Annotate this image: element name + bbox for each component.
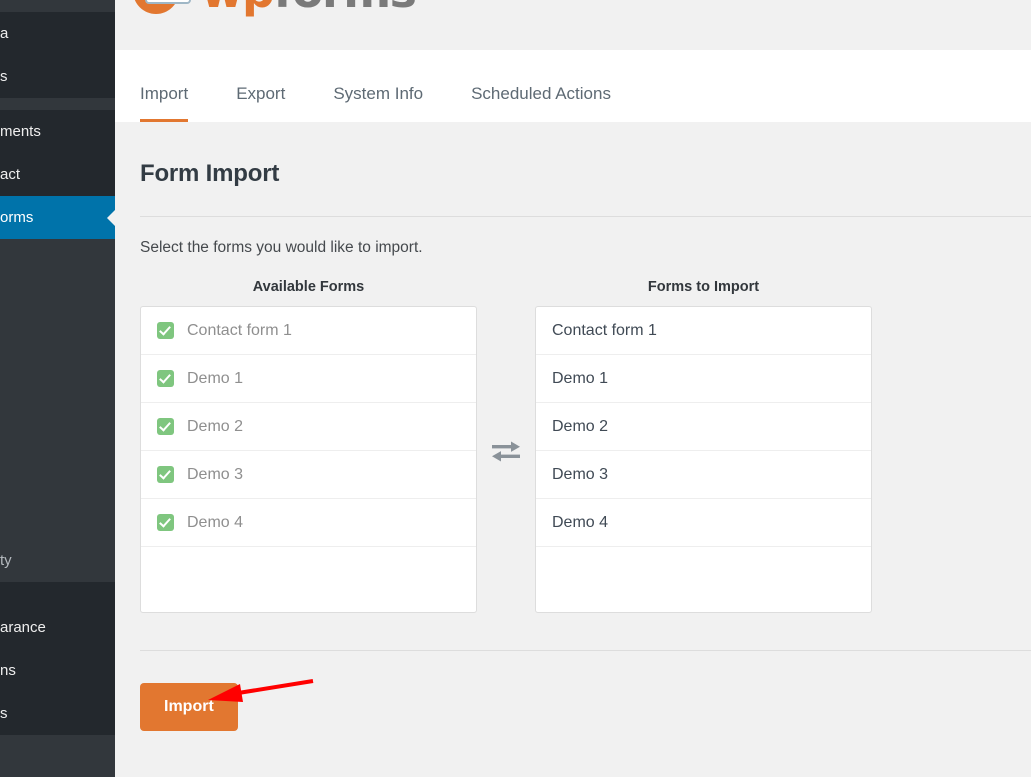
sidebar-item-label: s [0, 705, 8, 722]
tab-label: Scheduled Actions [471, 84, 611, 103]
list-item[interactable]: Demo 4 [141, 499, 476, 547]
sidebar-item-wpforms[interactable]: orms [0, 196, 115, 239]
tab-label: System Info [333, 84, 424, 103]
main-content: wpforms Import Export System Info Schedu… [115, 0, 1031, 777]
list-item-label: Demo 3 [187, 465, 244, 483]
wordmark-forms: forms [273, 0, 417, 18]
tab-import[interactable]: Import [140, 84, 189, 122]
sidebar-top-spacer [0, 0, 115, 12]
brand-header: wpforms [115, 0, 1031, 50]
sidebar-group-2: ments act orms [0, 110, 115, 239]
sidebar-item-label: ments [0, 123, 41, 140]
page-title: Form Import [140, 160, 280, 187]
wpforms-logo: wpforms [133, 0, 417, 20]
sidebar-item-label: arance [0, 619, 46, 636]
exchange-arrows-icon[interactable] [477, 279, 535, 465]
checkbox-icon[interactable] [157, 466, 174, 483]
wpforms-logo-icon [133, 0, 195, 20]
sidebar-item-media[interactable]: a [0, 12, 115, 55]
list-item-label: Demo 3 [552, 465, 609, 483]
tab-label: Import [140, 84, 189, 103]
sidebar-item-label: ns [0, 662, 16, 679]
sidebar-item-label: orms [0, 209, 34, 226]
checkbox-icon[interactable] [157, 418, 174, 435]
sidebar-current-pointer-icon [107, 208, 115, 227]
tab-system-info[interactable]: System Info [333, 84, 423, 122]
sidebar-item-pages[interactable]: s [0, 55, 115, 98]
available-forms-panel: Available Forms Contact form 1 Demo 1 De… [140, 279, 477, 613]
list-item[interactable]: Demo 1 [141, 355, 476, 403]
list-item[interactable]: Demo 3 [536, 451, 871, 499]
list-item-label: Demo 4 [552, 513, 609, 531]
sidebar-item-label: act [0, 166, 21, 183]
sidebar-item-label: a [0, 25, 9, 42]
sidebar-item-appearance[interactable]: arance [0, 606, 115, 649]
tab-export[interactable]: Export [236, 84, 285, 122]
sidebar-item-comments[interactable]: ments [0, 110, 115, 153]
transfer-panels: Available Forms Contact form 1 Demo 1 De… [140, 279, 1031, 613]
sidebar-item-contact[interactable]: act [0, 153, 115, 196]
wordmark-wp: wp [201, 0, 275, 18]
checkbox-icon[interactable] [157, 514, 174, 531]
screen: a s ments act orms ty arance ns s Import… [0, 0, 1031, 777]
import-button[interactable]: Import [140, 683, 238, 731]
forms-to-import-panel: Forms to Import Contact form 1 Demo 1 De… [535, 279, 872, 613]
list-item-label: Demo 2 [552, 417, 609, 435]
admin-sidebar: a s ments act orms ty arance ns s [0, 0, 115, 777]
list-item[interactable]: Contact form 1 [536, 307, 871, 355]
list-item-label: Demo 4 [187, 513, 244, 531]
list-item[interactable]: Demo 3 [141, 451, 476, 499]
sidebar-divider-1 [0, 98, 115, 110]
checkbox-icon[interactable] [157, 322, 174, 339]
sidebar-item-label: ty [0, 552, 12, 569]
list-item-label: Contact form 1 [187, 321, 292, 339]
sidebar-item-plugins[interactable]: ns [0, 649, 115, 692]
list-item[interactable]: Demo 2 [536, 403, 871, 451]
checkbox-icon[interactable] [157, 370, 174, 387]
logo-form-card [145, 0, 191, 4]
page-body: Form Import Select the forms you would l… [115, 122, 1031, 777]
forms-to-import-list[interactable]: Contact form 1 Demo 1 Demo 2 Demo 3 Demo [535, 306, 872, 613]
sidebar-item-users[interactable]: s [0, 692, 115, 735]
sidebar-gap-1 [0, 239, 115, 539]
list-item-label: Contact form 1 [552, 321, 657, 339]
footer-divider [140, 650, 1031, 651]
sidebar-item-security[interactable]: ty [0, 539, 115, 582]
tab-bar: Import Export System Info Scheduled Acti… [115, 50, 1031, 122]
forms-to-import-title: Forms to Import [647, 279, 760, 295]
tab-label: Export [236, 84, 286, 103]
list-item[interactable]: Demo 4 [536, 499, 871, 547]
list-item[interactable]: Demo 1 [536, 355, 871, 403]
sidebar-divider-2 [0, 582, 115, 606]
list-item-label: Demo 1 [552, 369, 609, 387]
sidebar-item-label: s [0, 68, 8, 85]
sidebar-group-4: arance ns s [0, 606, 115, 735]
list-item[interactable]: Demo 2 [141, 403, 476, 451]
sidebar-group-1: a s [0, 12, 115, 98]
page-lead-text: Select the forms you would like to impor… [140, 239, 423, 256]
tab-scheduled-actions[interactable]: Scheduled Actions [471, 84, 611, 122]
list-item[interactable]: Contact form 1 [141, 307, 476, 355]
wpforms-wordmark: wpforms [201, 0, 417, 14]
list-item-label: Demo 2 [187, 417, 244, 435]
available-forms-list[interactable]: Contact form 1 Demo 1 Demo 2 Demo 3 Demo… [140, 306, 477, 613]
list-item-label: Demo 1 [187, 369, 244, 387]
available-forms-title: Available Forms [252, 279, 365, 295]
